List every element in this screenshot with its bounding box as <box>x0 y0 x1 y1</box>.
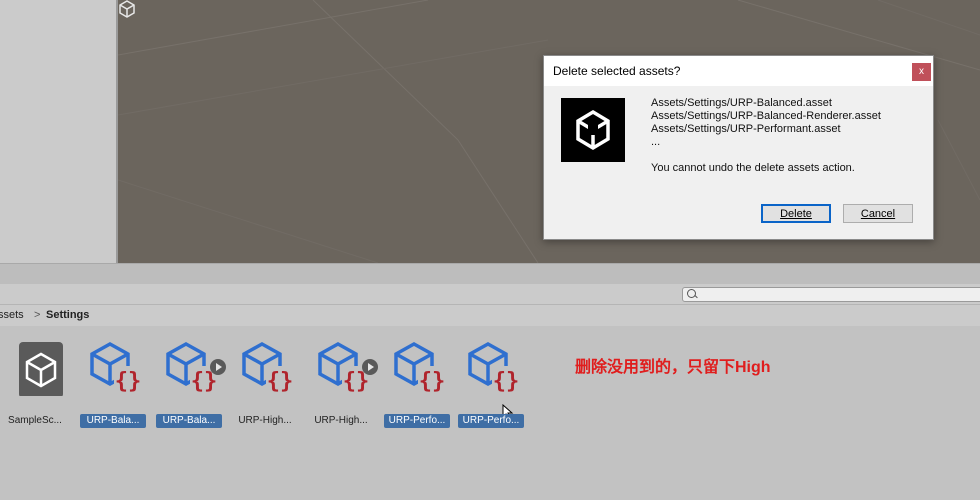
delete-assets-dialog: Delete selected assets? x Assets/Setting… <box>543 55 934 240</box>
urp-asset-icon: {} <box>90 341 142 394</box>
asset-label: URP-Perfo... <box>458 414 524 428</box>
search-input[interactable] <box>682 287 980 302</box>
urp-asset-icon: {} <box>468 341 520 394</box>
asset-item[interactable]: SampleSc... <box>0 340 72 426</box>
asset-label: SampleSc... <box>8 415 62 426</box>
dialog-warning: You cannot undo the delete assets action… <box>651 162 855 174</box>
delete-button-label: Delete <box>780 208 812 220</box>
delete-button[interactable]: Delete <box>761 204 831 223</box>
search-icon <box>687 289 696 298</box>
asset-item[interactable]: {} URP-Bala... <box>154 340 226 428</box>
asset-item[interactable]: {} URP-High... <box>306 340 378 426</box>
expand-play-icon[interactable] <box>210 359 226 375</box>
svg-text:{}: {} <box>115 369 142 394</box>
asset-item[interactable]: {} URP-Perfo... <box>456 340 528 428</box>
project-toolbar <box>0 284 980 304</box>
asset-grid[interactable]: SampleSc... {} URP-Bala... {} URP-Bala..… <box>0 326 980 500</box>
urp-asset-icon: {} <box>242 341 294 394</box>
cancel-button-label: Cancel <box>860 208 896 220</box>
asset-item[interactable]: {} URP-Bala... <box>78 340 150 428</box>
unity-logo-icon <box>561 98 625 162</box>
asset-path: Assets/Settings/URP-Performant.asset <box>651 123 841 135</box>
breadcrumb-separator-icon: > <box>34 309 41 321</box>
svg-text:{}: {} <box>493 369 520 394</box>
scene-gizmo-icon[interactable] <box>118 0 136 18</box>
asset-path: Assets/Settings/URP-Balanced-Renderer.as… <box>651 110 881 122</box>
cancel-button[interactable]: Cancel <box>843 204 913 223</box>
annotation-text: 删除没用到的，只留下High <box>575 359 771 376</box>
expand-play-icon[interactable] <box>362 359 378 375</box>
asset-label: URP-High... <box>238 415 292 426</box>
asset-label: URP-High... <box>314 415 368 426</box>
asset-item[interactable]: {} URP-Perfo... <box>382 340 454 428</box>
urp-asset-icon: {} <box>394 341 446 394</box>
breadcrumb-item-settings[interactable]: Settings <box>46 309 89 321</box>
close-button[interactable]: x <box>912 63 931 81</box>
panel-divider[interactable] <box>0 263 980 285</box>
asset-label: URP-Perfo... <box>384 414 450 428</box>
svg-text:{}: {} <box>419 369 446 394</box>
dialog-title-bar[interactable]: Delete selected assets? x <box>544 56 933 86</box>
breadcrumb-item-assets[interactable]: ssets <box>0 309 24 321</box>
scene-icon <box>19 342 63 396</box>
asset-path: Assets/Settings/URP-Balanced.asset <box>651 97 832 109</box>
asset-label: URP-Bala... <box>156 414 222 428</box>
left-panel <box>0 0 118 263</box>
asset-path-more: ... <box>651 136 661 148</box>
breadcrumb: ssets > Settings <box>0 304 980 327</box>
asset-path-list: Assets/Settings/URP-Balanced.asset Asset… <box>651 97 881 149</box>
svg-text:{}: {} <box>267 369 294 394</box>
asset-item[interactable]: {} URP-High... <box>230 340 302 426</box>
dialog-title: Delete selected assets? <box>553 64 681 78</box>
asset-label: URP-Bala... <box>80 414 146 428</box>
